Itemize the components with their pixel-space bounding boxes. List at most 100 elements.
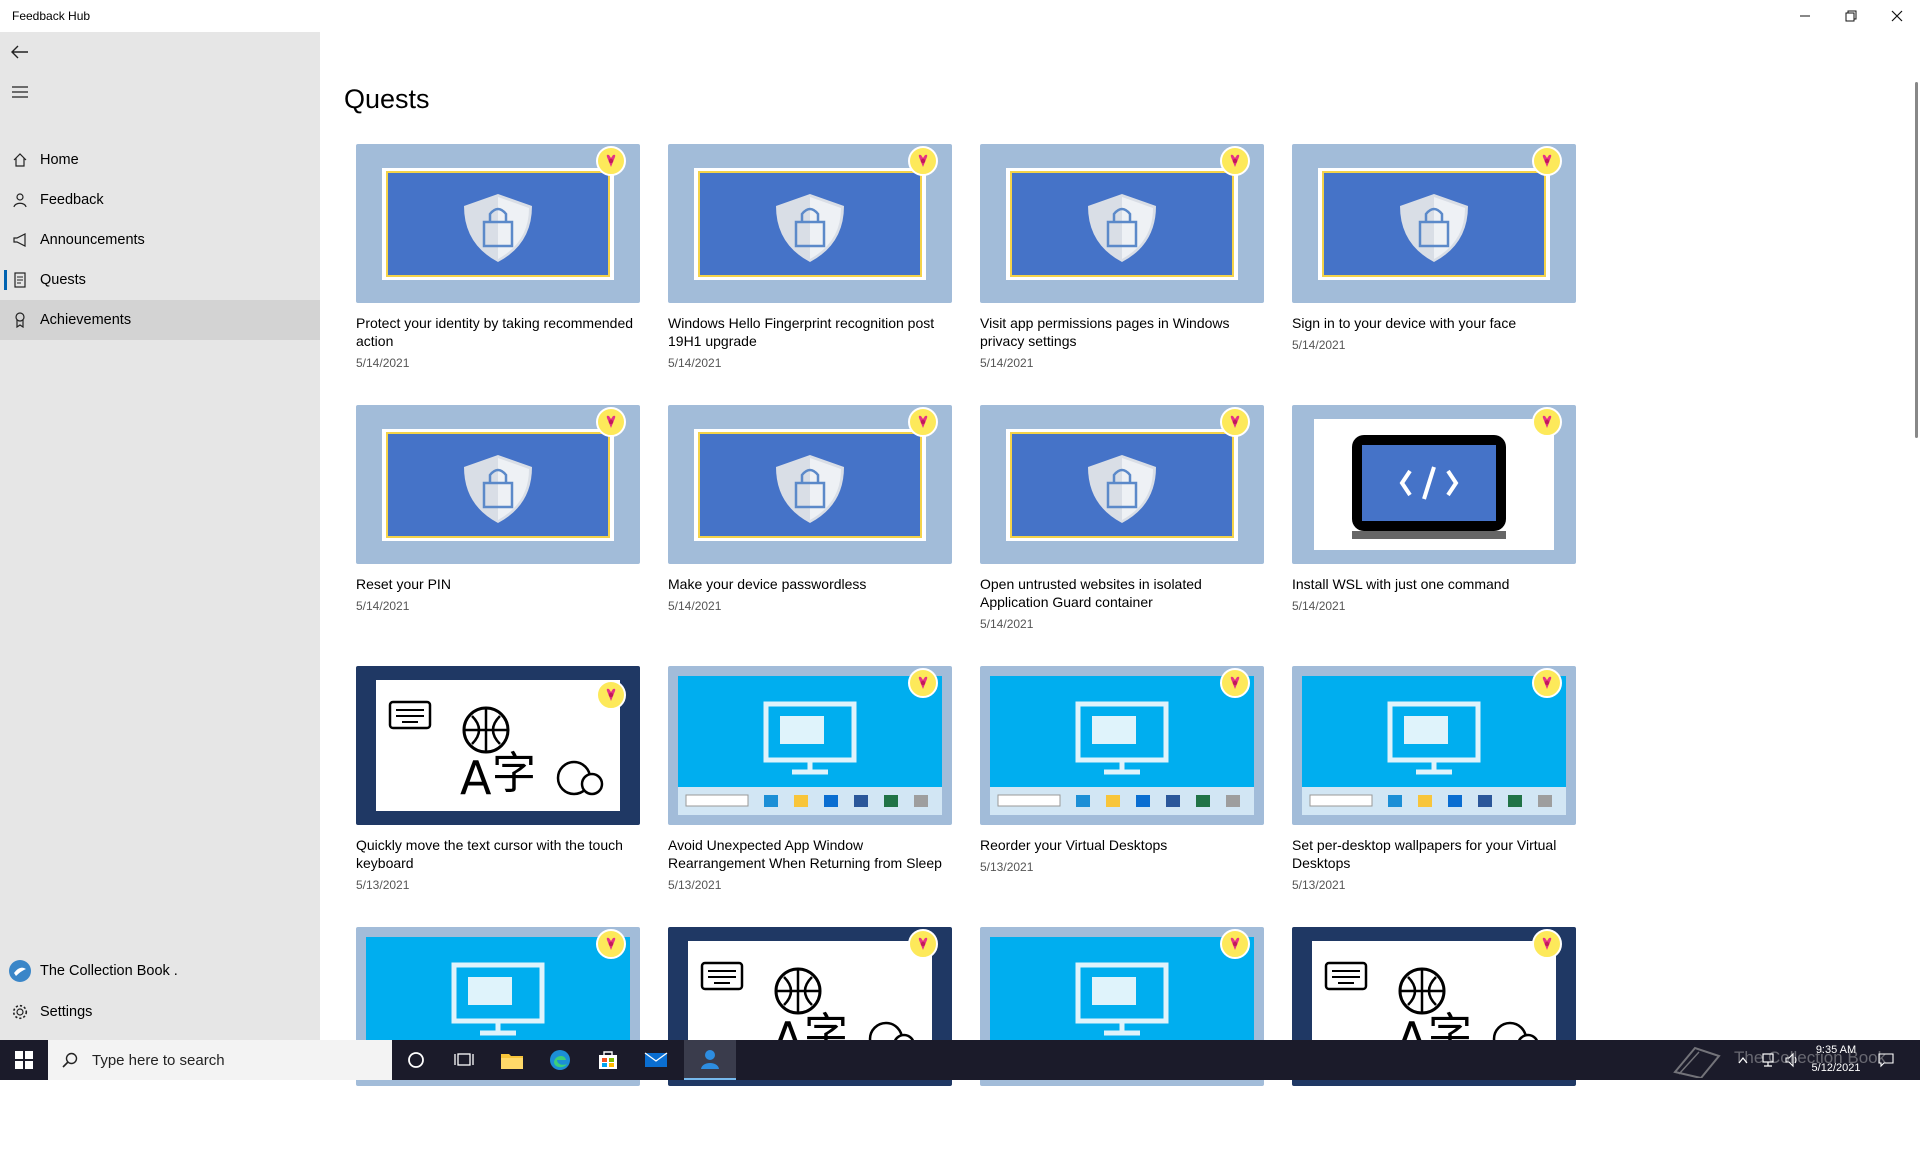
quest-date: 5/13/2021 bbox=[980, 860, 1034, 874]
quest-card[interactable]: Install WSL with just one command 5/14/20… bbox=[1292, 405, 1576, 645]
nav-feedback[interactable]: Feedback bbox=[0, 180, 320, 220]
quest-card[interactable]: Visit app permissions pages in Windows p… bbox=[980, 144, 1264, 384]
quest-badge-icon bbox=[908, 407, 938, 437]
hamburger-menu-button[interactable] bbox=[0, 72, 40, 112]
quest-title: Avoid Unexpected App Window Rearrangemen… bbox=[668, 837, 942, 871]
quest-title: Reset your PIN bbox=[356, 576, 451, 592]
close-icon bbox=[1891, 10, 1903, 22]
cortana-button[interactable] bbox=[392, 1040, 440, 1080]
quest-badge-icon bbox=[596, 929, 626, 959]
show-hidden-icons-button[interactable] bbox=[1732, 1040, 1754, 1080]
nav-settings[interactable]: Settings bbox=[0, 992, 320, 1032]
action-center-button[interactable] bbox=[1874, 1040, 1898, 1080]
quest-title: Install WSL with just one command bbox=[1292, 576, 1510, 592]
megaphone-icon bbox=[0, 232, 40, 248]
close-button[interactable] bbox=[1874, 0, 1920, 32]
nav-achievements[interactable]: Achievements bbox=[0, 300, 320, 340]
quest-date: 5/13/2021 bbox=[356, 878, 410, 892]
quest-date: 5/14/2021 bbox=[668, 356, 722, 370]
start-button[interactable] bbox=[0, 1040, 48, 1080]
app-title: Feedback Hub bbox=[12, 9, 91, 23]
network-tray-button[interactable] bbox=[1756, 1040, 1780, 1080]
quest-badge-icon bbox=[596, 407, 626, 437]
volume-tray-button[interactable] bbox=[1780, 1040, 1804, 1080]
quest-badge-icon bbox=[1532, 146, 1562, 176]
quest-date: 5/13/2021 bbox=[668, 878, 722, 892]
quest-date: 5/14/2021 bbox=[356, 599, 410, 613]
nav-achievements-label: Achievements bbox=[40, 312, 132, 328]
taskbar: Type here to search The Collection Book … bbox=[0, 1040, 1920, 1080]
quest-date: 5/14/2021 bbox=[980, 356, 1034, 370]
svg-text:A: A bbox=[460, 751, 492, 805]
network-icon bbox=[1762, 1053, 1774, 1067]
nav-announcements[interactable]: Announcements bbox=[0, 220, 320, 260]
edge-taskbar-button[interactable] bbox=[536, 1040, 584, 1080]
nav-home-label: Home bbox=[40, 152, 79, 168]
scrollbar[interactable] bbox=[1915, 82, 1918, 438]
quest-card[interactable]: A 字 Quickly move the text cursor with the … bbox=[356, 666, 640, 906]
quest-title: Reorder your Virtual Desktops bbox=[980, 837, 1168, 853]
quest-badge-icon bbox=[1220, 929, 1250, 959]
quest-card[interactable]: Reorder your Virtual Desktops 5/13/2021 bbox=[980, 666, 1264, 906]
cortana-icon bbox=[408, 1052, 424, 1068]
quest-card[interactable]: Windows Hello Fingerprint recognition po… bbox=[668, 144, 952, 384]
quest-card[interactable]: Open untrusted websites in isolated Appl… bbox=[980, 405, 1264, 645]
quest-title: Set per-desktop wallpapers for your Virt… bbox=[1292, 837, 1557, 871]
windows-logo-icon bbox=[15, 1051, 33, 1069]
quest-badge-icon bbox=[1220, 407, 1250, 437]
feedback-hub-icon bbox=[701, 1050, 719, 1069]
quest-title: Windows Hello Fingerprint recognition po… bbox=[668, 315, 935, 349]
quest-badge-icon bbox=[1532, 668, 1562, 698]
quest-card[interactable]: Sign in to your device with your face 5/1… bbox=[1292, 144, 1576, 384]
account-button[interactable]: The Collection Book . bbox=[0, 951, 320, 991]
avatar bbox=[0, 959, 40, 983]
back-arrow-icon bbox=[11, 45, 28, 59]
quest-badge-icon bbox=[1532, 929, 1562, 959]
mail-taskbar-button[interactable] bbox=[632, 1040, 680, 1080]
quest-badge-icon bbox=[1220, 668, 1250, 698]
quest-badge-icon bbox=[908, 668, 938, 698]
quest-card[interactable]: Protect your identity by taking recommen… bbox=[356, 144, 640, 384]
quest-card[interactable]: Avoid Unexpected App Window Rearrangemen… bbox=[668, 666, 952, 906]
hamburger-icon bbox=[12, 86, 28, 98]
quest-title: Make your device passwordless bbox=[668, 576, 867, 592]
quest-badge-icon bbox=[596, 146, 626, 176]
nav-feedback-label: Feedback bbox=[40, 192, 104, 208]
quest-badge-icon bbox=[596, 680, 626, 710]
nav-home[interactable]: Home bbox=[0, 140, 320, 180]
settings-label: Settings bbox=[40, 1004, 93, 1020]
quest-badge-icon bbox=[908, 929, 938, 959]
quests-page: Quests Protect your identity by taking r… bbox=[320, 32, 1920, 1086]
restore-icon bbox=[1845, 10, 1857, 22]
nav-announcements-label: Announcements bbox=[40, 232, 145, 248]
quest-title: Protect your identity by taking recommen… bbox=[356, 315, 634, 349]
quest-card[interactable]: Reset your PIN 5/14/2021 bbox=[356, 405, 640, 645]
quest-card[interactable]: Make your device passwordless 5/14/2021 bbox=[668, 405, 952, 645]
quest-badge-icon bbox=[1532, 407, 1562, 437]
quest-date: 5/14/2021 bbox=[668, 599, 722, 613]
taskbar-search-box[interactable]: Type here to search bbox=[48, 1040, 392, 1080]
store-taskbar-button[interactable] bbox=[584, 1040, 632, 1080]
quest-date: 5/13/2021 bbox=[1292, 878, 1346, 892]
nav-quests[interactable]: Quests bbox=[0, 260, 320, 300]
quest-date: 5/14/2021 bbox=[1292, 599, 1346, 613]
feedback-hub-taskbar-button[interactable] bbox=[684, 1040, 736, 1080]
quest-date: 5/14/2021 bbox=[980, 617, 1034, 631]
quest-card[interactable]: Set per-desktop wallpapers for your Virt… bbox=[1292, 666, 1576, 906]
quest-title: Sign in to your device with your face bbox=[1292, 315, 1517, 331]
back-button[interactable] bbox=[0, 32, 40, 72]
ribbon-icon bbox=[0, 312, 40, 328]
minimize-button[interactable] bbox=[1782, 0, 1828, 32]
navigation-pane: Home Feedback Announcements Quests Achie… bbox=[0, 32, 320, 1040]
minimize-icon bbox=[1800, 15, 1810, 17]
svg-text:字: 字 bbox=[492, 748, 536, 799]
file-explorer-taskbar-button[interactable] bbox=[488, 1040, 536, 1080]
clock-date: 5/12/2021 bbox=[1811, 1062, 1861, 1074]
title-bar: Feedback Hub bbox=[0, 0, 1920, 32]
task-view-button[interactable] bbox=[440, 1040, 488, 1080]
mail-icon bbox=[644, 1052, 668, 1067]
search-icon bbox=[62, 1052, 78, 1068]
quest-title: Quickly move the text cursor with the to… bbox=[356, 837, 623, 871]
restore-button[interactable] bbox=[1828, 0, 1874, 32]
quest-title: Visit app permissions pages in Windows p… bbox=[980, 315, 1230, 349]
